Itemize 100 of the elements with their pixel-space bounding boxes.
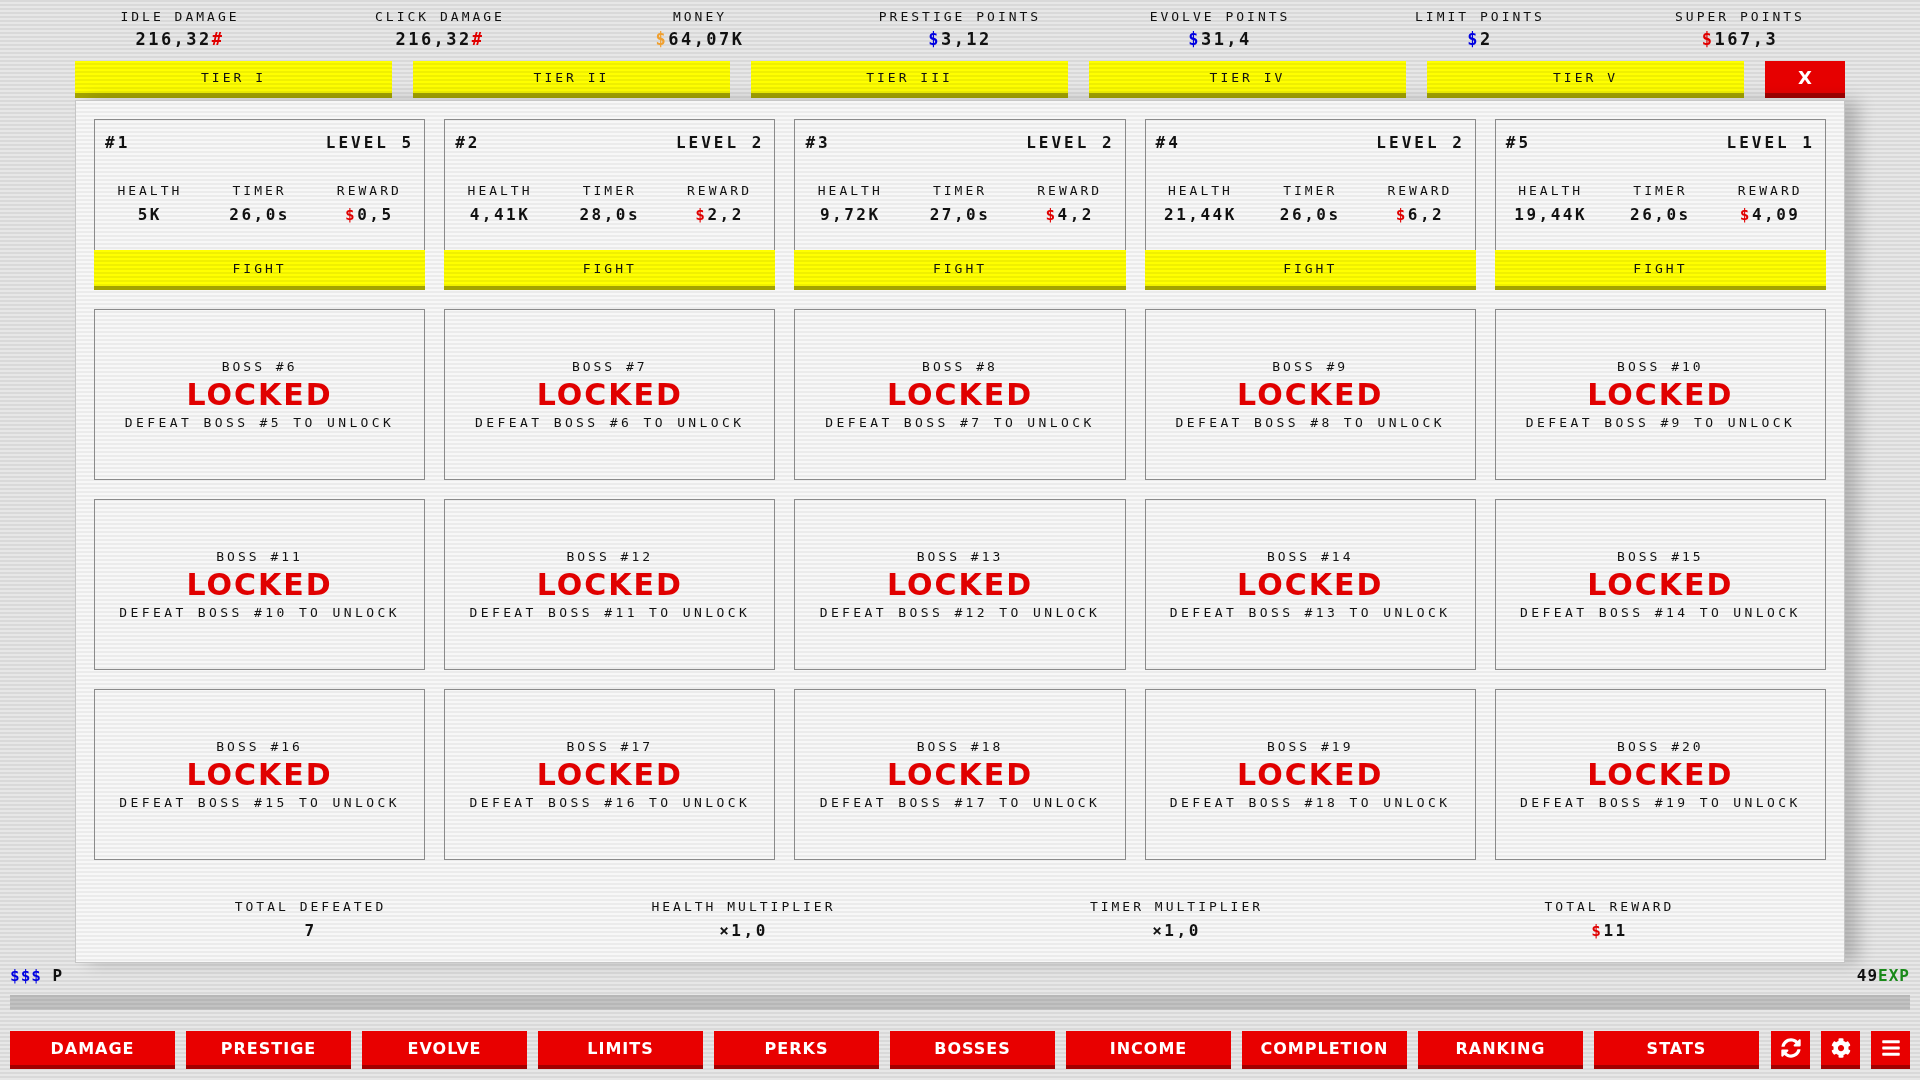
boss-stat-label: REWARD [1387, 183, 1453, 199]
stat-value: $3,12 [928, 28, 992, 50]
boss-level: LEVEL 1 [1726, 133, 1815, 153]
unlock-hint: DEFEAT BOSS #14 TO UNLOCK [1520, 604, 1801, 621]
nav-button[interactable]: COMPLETION [1242, 1031, 1407, 1069]
boss-number: #5 [1505, 133, 1532, 153]
boss-stat-label: TIMER [932, 183, 988, 199]
locked-status: LOCKED [536, 758, 683, 791]
stat-value: $64,07K [655, 28, 745, 50]
boss-stat-value: $4,2 [1045, 205, 1094, 225]
unlock-hint: DEFEAT BOSS #17 TO UNLOCK [819, 794, 1101, 811]
fight-button[interactable]: FIGHT [794, 250, 1126, 290]
nav-button[interactable]: RANKING [1418, 1031, 1583, 1069]
boss-title: BOSS #8 [922, 358, 998, 375]
unlock-hint: DEFEAT BOSS #5 TO UNLOCK [124, 414, 395, 431]
boss-stat-label: HEALTH [1167, 183, 1233, 199]
summary-label: HEALTH MULTIPLIER [651, 899, 836, 915]
tier-tab[interactable]: TIER III [751, 61, 1068, 98]
tier-tab[interactable]: TIER I [75, 61, 392, 98]
unlock-hint: DEFEAT BOSS #12 TO UNLOCK [819, 604, 1101, 621]
tier-tab[interactable]: TIER II [413, 61, 730, 98]
unlock-hint: DEFEAT BOSS #13 TO UNLOCK [1169, 604, 1451, 621]
experience-text: 49EXP [1856, 966, 1910, 986]
locked-status: LOCKED [536, 568, 683, 601]
boss-title: BOSS #11 [216, 548, 303, 565]
boss-title: BOSS #16 [216, 738, 303, 755]
boss-stat-value: $6,2 [1395, 205, 1445, 225]
nav-button[interactable]: PRESTIGE [186, 1031, 351, 1069]
unlock-hint: DEFEAT BOSS #6 TO UNLOCK [475, 414, 745, 431]
boss-stat-label: REWARD [336, 183, 402, 199]
fight-button[interactable]: FIGHT [444, 250, 776, 290]
boss-title: BOSS #14 [1266, 548, 1354, 565]
boss-level: LEVEL 2 [1026, 133, 1115, 153]
nav-button[interactable]: DAMAGE [10, 1031, 175, 1069]
stat-value: $31,4 [1188, 28, 1252, 50]
boss-stat-value: 26,0s [1279, 205, 1341, 225]
refresh-button[interactable] [1771, 1031, 1810, 1069]
summary-value: ×1,0 [719, 921, 768, 941]
locked-status: LOCKED [1237, 568, 1384, 601]
boss-stat-value: 26,0s [1630, 205, 1691, 225]
boss-title: BOSS #20 [1617, 738, 1704, 755]
menu-button[interactable] [1871, 1031, 1910, 1069]
boss-level: LEVEL 2 [675, 133, 765, 153]
locked-status: LOCKED [186, 378, 333, 411]
boss-title: BOSS #15 [1617, 548, 1704, 565]
fight-button[interactable]: FIGHT [94, 250, 426, 290]
boss-title: BOSS #6 [221, 358, 298, 375]
unlock-hint: DEFEAT BOSS #9 TO UNLOCK [1525, 414, 1796, 431]
boss-stat-label: REWARD [1037, 183, 1103, 199]
boss-stat-label: REWARD [687, 183, 752, 199]
boss-stat-value: 26,0s [229, 205, 290, 225]
boss-title: BOSS #18 [916, 738, 1004, 755]
boss-stat-value: 28,0s [579, 205, 641, 225]
boss-number: #1 [105, 133, 131, 153]
nav-button[interactable]: PERKS [714, 1031, 879, 1069]
boss-stat-label: HEALTH [467, 183, 533, 199]
fight-button[interactable]: FIGHT [1494, 250, 1826, 290]
nav-button[interactable]: BOSSES [890, 1031, 1055, 1069]
locked-status: LOCKED [186, 758, 333, 791]
stat-label: LIMIT POINTS [1415, 9, 1545, 25]
refresh-icon [1780, 1038, 1801, 1058]
nav-button[interactable]: LIMITS [538, 1031, 703, 1069]
boss-stat-label: TIMER [1283, 183, 1338, 199]
boss-stat-value: 21,44K [1164, 205, 1237, 225]
locked-status: LOCKED [886, 378, 1034, 411]
boss-stat-value: $0,5 [345, 205, 394, 225]
boss-stat-value: 9,72K [819, 205, 881, 225]
settings-button[interactable] [1821, 1031, 1860, 1069]
boss-title: BOSS #13 [916, 548, 1004, 565]
summary-label: TOTAL REWARD [1544, 899, 1675, 915]
nav-button[interactable]: STATS [1594, 1031, 1759, 1069]
locked-status: LOCKED [1587, 378, 1734, 411]
stat-value: $2 [1467, 28, 1493, 50]
stat-label: EVOLVE POINTS [1149, 9, 1291, 25]
nav-button[interactable]: EVOLVE [362, 1031, 527, 1069]
boss-title: BOSS #12 [566, 548, 654, 565]
menu-icon [1880, 1038, 1901, 1058]
boss-number: #4 [1155, 133, 1181, 153]
boss-stat-label: HEALTH [817, 183, 883, 199]
boss-number: #2 [455, 133, 481, 153]
close-button[interactable]: X [1765, 61, 1845, 98]
stat-value: 216,32# [395, 28, 485, 50]
tier-tab[interactable]: TIER V [1427, 61, 1744, 98]
locked-status: LOCKED [536, 378, 683, 411]
fight-button[interactable]: FIGHT [1144, 250, 1476, 290]
stat-label: PRESTIGE POINTS [878, 9, 1042, 25]
stat-label: SUPER POINTS [1675, 9, 1805, 25]
unlock-hint: DEFEAT BOSS #8 TO UNLOCK [1175, 414, 1445, 431]
boss-title: BOSS #10 [1617, 358, 1704, 375]
locked-status: LOCKED [1587, 568, 1734, 601]
summary-value: $11 [1591, 921, 1628, 941]
unlock-hint: DEFEAT BOSS #7 TO UNLOCK [825, 414, 1095, 431]
boss-level: LEVEL 2 [1376, 133, 1465, 153]
boss-stat-label: TIMER [232, 183, 287, 199]
locked-status: LOCKED [1237, 378, 1384, 411]
boss-stat-label: HEALTH [1518, 183, 1584, 199]
currency-text: $$$ P [10, 966, 64, 986]
locked-status: LOCKED [886, 758, 1034, 791]
tier-tab[interactable]: TIER IV [1089, 61, 1406, 98]
nav-button[interactable]: INCOME [1066, 1031, 1231, 1069]
